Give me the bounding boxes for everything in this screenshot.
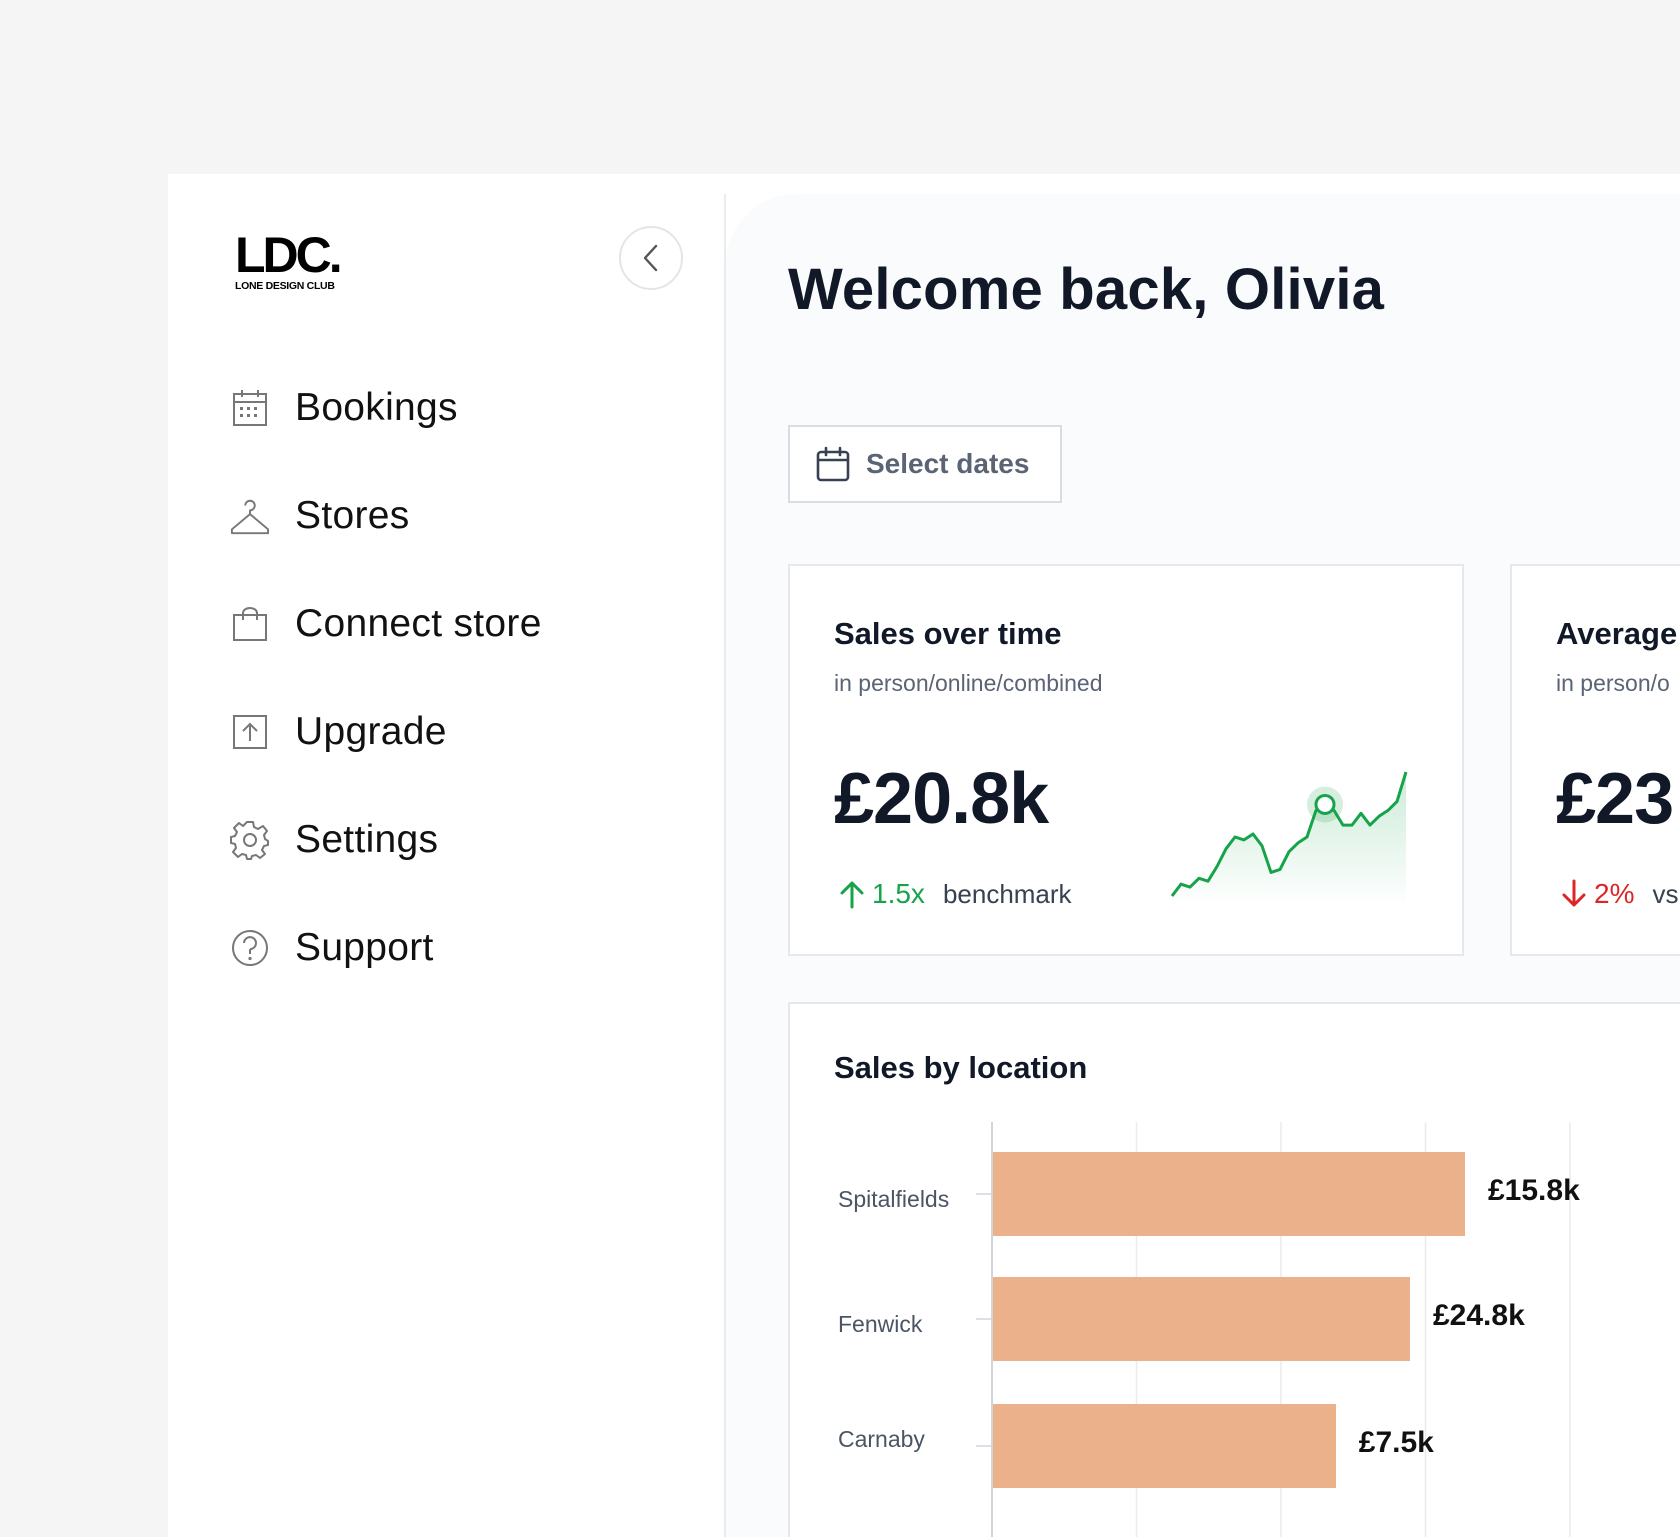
- sidebar-item-label: Bookings: [295, 386, 458, 429]
- select-dates-label: Select dates: [866, 448, 1030, 479]
- average-card[interactable]: Average in person/o £23 2% vs: [1510, 564, 1680, 956]
- category-label: Carnaby: [838, 1426, 925, 1452]
- trend-value: 1.5x: [872, 878, 925, 909]
- trend-indicator: 1.5x benchmark: [838, 878, 1072, 910]
- calendar-icon: [230, 388, 270, 428]
- logo-subtitle: LONE DESIGN CLUB: [235, 280, 335, 292]
- sales-sparkline: [1170, 771, 1408, 906]
- logo-mark: LDC.: [235, 227, 343, 283]
- sales-by-location-card[interactable]: Sales by location Spitalfields £15.8k Fenw…: [788, 1002, 1680, 1537]
- card-subtitle: in person/online/combined: [834, 670, 1103, 696]
- upload-icon: [230, 712, 270, 752]
- sidebar-item-support[interactable]: Support: [230, 894, 542, 1002]
- bar-fenwick[interactable]: [993, 1277, 1410, 1361]
- sidebar-item-label: Connect store: [295, 602, 542, 645]
- category-label: Spitalfields: [838, 1186, 950, 1212]
- help-icon: [230, 928, 270, 968]
- trend-label: benchmark: [942, 878, 1072, 909]
- sales-over-time-card[interactable]: Sales over time in person/online/combine…: [788, 564, 1464, 956]
- sidebar-item-label: Stores: [295, 494, 410, 537]
- card-title: Sales over time: [834, 616, 1062, 651]
- shopping-bag-icon: [230, 604, 270, 644]
- sparkline-highlight-point[interactable]: [1314, 793, 1336, 815]
- sidebar-item-label: Upgrade: [295, 710, 447, 753]
- value-label: £24.8k: [1433, 1299, 1525, 1332]
- trend-label: vs: [1652, 878, 1679, 909]
- trend-indicator: 2% vs: [1560, 878, 1678, 910]
- sidebar-item-stores[interactable]: Stores: [230, 462, 542, 570]
- value-label: £7.5k: [1358, 1426, 1434, 1459]
- bar-spitalfields[interactable]: [993, 1152, 1465, 1236]
- sidebar-item-label: Settings: [295, 818, 439, 861]
- card-title: Average: [1556, 616, 1678, 651]
- page-title: Welcome back, Olivia: [788, 257, 1385, 322]
- main-content: Welcome back, Olivia Select dates Sales …: [726, 194, 1680, 1537]
- sidebar-item-connect-store[interactable]: Connect store: [230, 570, 542, 678]
- sidebar-item-label: Support: [295, 926, 434, 969]
- sidebar-nav: Bookings Stores Connect store Upgrade Se…: [230, 354, 542, 1002]
- sidebar-item-settings[interactable]: Settings: [230, 786, 542, 894]
- value-label: £15.8k: [1488, 1174, 1580, 1207]
- bar-carnaby[interactable]: [993, 1404, 1336, 1488]
- hanger-icon: [230, 496, 270, 536]
- collapse-sidebar-button[interactable]: [619, 226, 683, 290]
- app-window: LDC. LONE DESIGN CLUB Bookings Stores Co…: [168, 174, 1680, 1537]
- category-label: Fenwick: [838, 1311, 923, 1337]
- sidebar: LDC. LONE DESIGN CLUB Bookings Stores Co…: [168, 174, 724, 1537]
- sidebar-item-upgrade[interactable]: Upgrade: [230, 678, 542, 786]
- logo[interactable]: LDC. LONE DESIGN CLUB: [235, 227, 343, 292]
- sparkline-area: [1172, 772, 1406, 906]
- arrow-down-icon: [1562, 879, 1586, 907]
- arrow-up-icon: [840, 881, 864, 909]
- select-dates-button[interactable]: Select dates: [788, 425, 1062, 503]
- sales-value: £20.8k: [834, 759, 1049, 839]
- trend-value: 2%: [1594, 878, 1635, 909]
- gear-icon: [230, 820, 270, 860]
- average-value: £23: [1556, 759, 1674, 839]
- chevron-left-icon: [643, 244, 658, 272]
- calendar-icon: [816, 446, 850, 482]
- sidebar-item-bookings[interactable]: Bookings: [230, 354, 542, 462]
- card-subtitle: in person/o: [1556, 670, 1670, 696]
